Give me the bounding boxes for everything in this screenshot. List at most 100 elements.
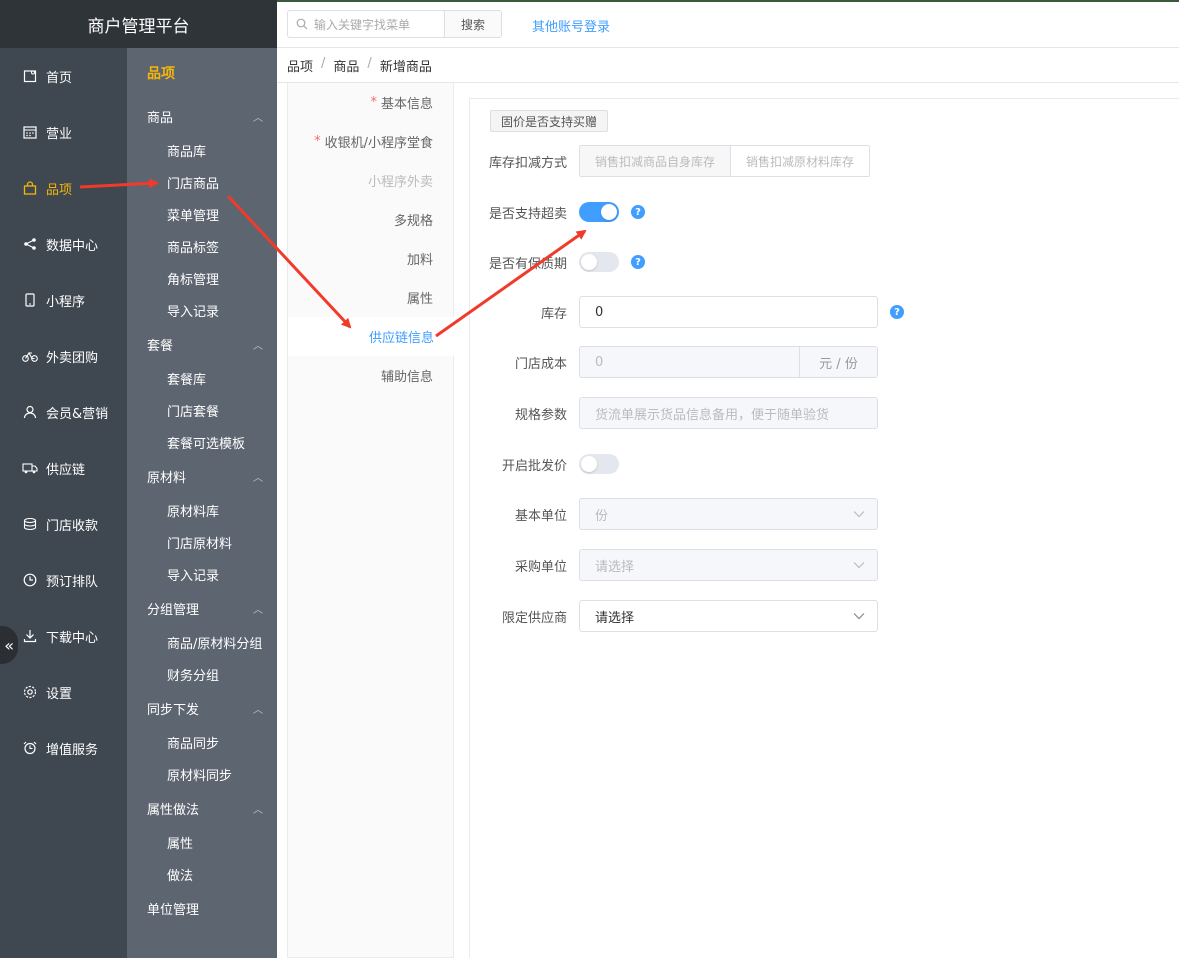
chevron-up-icon: ︿: [253, 340, 263, 352]
sub-item-badge-management[interactable]: 角标管理: [127, 262, 277, 294]
oversell-switch[interactable]: [579, 202, 619, 222]
breadcrumb-separator: /: [321, 56, 326, 71]
row-oversell: 是否支持超卖 ?: [470, 202, 645, 222]
group-units[interactable]: 单位管理: [127, 890, 277, 926]
chevron-up-icon: ︿: [253, 804, 263, 816]
nav-item-settings[interactable]: 设置: [0, 664, 127, 720]
nav-label: 供应链: [46, 462, 86, 478]
shelf-life-switch[interactable]: [579, 252, 619, 272]
field-label: 是否有保质期: [488, 256, 567, 272]
step-supply-chain-info[interactable]: 供应链信息: [288, 317, 454, 356]
nav-item-members[interactable]: 会员&营销: [0, 384, 127, 440]
field-label: 采购单位: [514, 559, 567, 575]
calendar-icon: [22, 124, 38, 140]
stock-mode-option-material[interactable]: 销售扣减原材料库存: [730, 146, 870, 176]
step-multi-spec[interactable]: 多规格: [288, 200, 453, 239]
store-cost-value: 0: [595, 354, 604, 370]
stock-mode-option-product[interactable]: 销售扣减商品自身库存: [580, 146, 731, 176]
purchase-unit-select[interactable]: 请选择: [579, 549, 878, 581]
select-value: 请选择: [595, 610, 635, 626]
phone-icon: [22, 292, 38, 308]
step-add-ons[interactable]: 加料: [288, 239, 453, 278]
step-auxiliary-info[interactable]: 辅助信息: [288, 356, 453, 395]
search-button[interactable]: 搜索: [444, 11, 501, 37]
group-raw-materials[interactable]: 原材料 ︿: [127, 458, 277, 494]
base-unit-select[interactable]: 份: [579, 498, 878, 530]
nav-item-data-center[interactable]: 数据中心: [0, 216, 127, 272]
bag-icon: [22, 180, 38, 196]
nav-label: 门店收款: [46, 518, 99, 534]
fixed-price-gift-tag[interactable]: 固价是否支持买赠: [490, 110, 609, 132]
group-products[interactable]: 商品 ︿: [127, 98, 277, 134]
wholesale-switch[interactable]: [579, 454, 619, 474]
sub-item-product-material-groups[interactable]: 商品/原材料分组: [127, 626, 277, 658]
search-icon: [296, 18, 308, 30]
store-cost-input[interactable]: 0 元 / 份: [579, 346, 878, 378]
nav-item-value-added[interactable]: 增值服务: [0, 720, 127, 776]
stock-mode-segmented: 销售扣减商品自身库存 销售扣减原材料库存: [579, 145, 871, 177]
sub-item-store-products[interactable]: 门店商品: [127, 166, 277, 198]
other-account-login-link[interactable]: 其他账号登录: [532, 16, 610, 35]
sub-item-methods[interactable]: 做法: [127, 858, 277, 890]
nav-item-delivery[interactable]: 外卖团购: [0, 328, 127, 384]
help-icon[interactable]: ?: [890, 305, 904, 319]
group-attributes[interactable]: 属性做法 ︿: [127, 790, 277, 826]
sub-item-menu-management[interactable]: 菜单管理: [127, 198, 277, 230]
help-icon[interactable]: ?: [631, 255, 645, 269]
step-attributes[interactable]: 属性: [288, 278, 453, 317]
stock-input[interactable]: 0: [579, 296, 878, 328]
nav-label: 首页: [46, 70, 73, 86]
field-label: 门店成本: [514, 356, 567, 372]
spec-input[interactable]: 货流单展示货品信息备用，便于随单验货: [579, 397, 878, 429]
step-pos-dine-in[interactable]: * 收银机/小程序堂食: [288, 122, 453, 161]
row-base-unit: 基本单位 份: [470, 498, 878, 530]
sub-item-finance-groups[interactable]: 财务分组: [127, 658, 277, 690]
secondary-sidebar-title: 品项: [147, 66, 175, 82]
sub-item-combo-templates[interactable]: 套餐可选模板: [127, 426, 277, 458]
group-grouping[interactable]: 分组管理 ︿: [127, 590, 277, 626]
search-input[interactable]: 输入关键字找菜单: [288, 11, 444, 37]
row-purchase-unit: 采购单位 请选择: [470, 549, 878, 581]
sub-item-raw-import-records[interactable]: 导入记录: [127, 558, 277, 590]
coins-icon: [22, 516, 38, 532]
nav-item-business[interactable]: 营业: [0, 104, 127, 160]
nav-item-downloads[interactable]: 下载中心: [0, 608, 127, 664]
step-label: 收银机/小程序堂食: [324, 136, 433, 151]
sub-item-material-sync[interactable]: 原材料同步: [127, 758, 277, 790]
breadcrumb-item[interactable]: 商品: [333, 56, 359, 75]
nav-item-supply-chain[interactable]: 供应链: [0, 440, 127, 496]
menu-search: 输入关键字找菜单 搜索: [287, 10, 502, 38]
nav-label: 数据中心: [46, 238, 99, 254]
search-placeholder: 输入关键字找菜单: [314, 17, 411, 32]
nav-item-reservations[interactable]: 预订排队: [0, 552, 127, 608]
group-combos[interactable]: 套餐 ︿: [127, 326, 277, 362]
sub-item-import-records[interactable]: 导入记录: [127, 294, 277, 326]
breadcrumb-item[interactable]: 品项: [287, 56, 313, 75]
nav-item-mini-program[interactable]: 小程序: [0, 272, 127, 328]
sub-item-raw-material-library[interactable]: 原材料库: [127, 494, 277, 526]
nav-item-home[interactable]: 首页: [0, 48, 127, 104]
row-spec: 规格参数 货流单展示货品信息备用，便于随单验货: [470, 397, 878, 429]
field-label: 开启批发价: [501, 458, 567, 474]
group-sync[interactable]: 同步下发 ︿: [127, 690, 277, 726]
chevron-down-icon: [853, 612, 865, 620]
sub-item-product-sync[interactable]: 商品同步: [127, 726, 277, 758]
sub-item-store-combos[interactable]: 门店套餐: [127, 394, 277, 426]
select-value: 份: [595, 508, 609, 524]
secondary-sidebar: 品项 商品 ︿ 商品库 门店商品 菜单管理 商品标签 角标管理 导入记录 套餐 ︿ …: [127, 48, 277, 958]
sub-item-product-tags[interactable]: 商品标签: [127, 230, 277, 262]
nav-label: 下载中心: [46, 630, 99, 646]
sub-item-combo-library[interactable]: 套餐库: [127, 362, 277, 394]
nav-item-products[interactable]: 品项: [0, 160, 127, 216]
supplier-select[interactable]: 请选择: [579, 600, 878, 632]
sub-item-store-raw-materials[interactable]: 门店原材料: [127, 526, 277, 558]
switch-knob: [581, 254, 597, 270]
help-icon[interactable]: ?: [631, 205, 645, 219]
sub-item-product-library[interactable]: 商品库: [127, 134, 277, 166]
sub-item-attributes[interactable]: 属性: [127, 826, 277, 858]
step-basic-info[interactable]: * 基本信息: [288, 83, 453, 122]
user-icon: [22, 404, 38, 420]
form-steps-nav: * 基本信息 * 收银机/小程序堂食 小程序外卖 多规格 加料 属性 供应链信息 辅…: [287, 83, 454, 958]
nav-item-store-payments[interactable]: 门店收款: [0, 496, 127, 552]
step-mini-program-takeout[interactable]: 小程序外卖: [288, 161, 453, 200]
